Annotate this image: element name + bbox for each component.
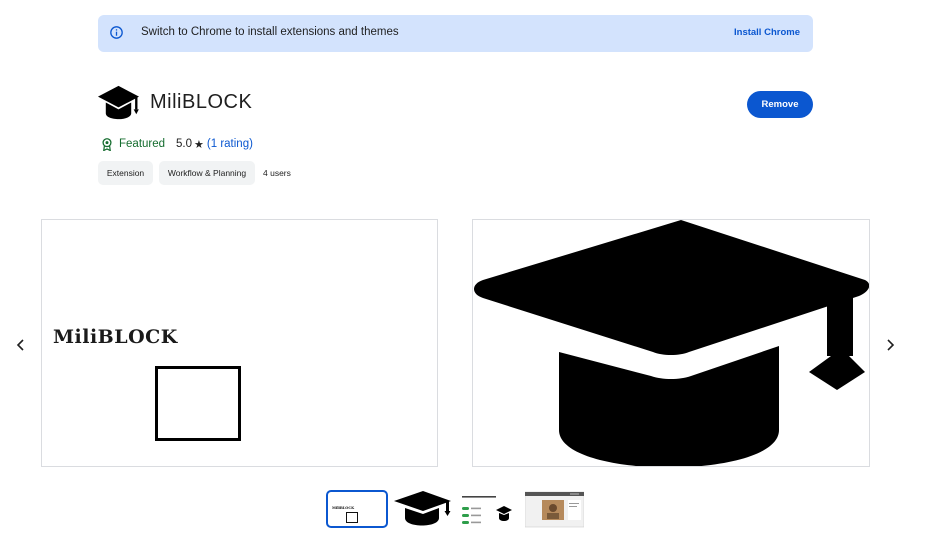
featured-badge-icon xyxy=(102,137,112,151)
chip-category[interactable]: Workflow & Planning xyxy=(159,161,255,185)
thumbnail-preview xyxy=(462,496,512,524)
graduation-cap-icon xyxy=(474,220,869,466)
star-icon: ★ xyxy=(194,138,204,151)
chevron-left-icon[interactable] xyxy=(14,337,28,353)
user-count: 4 users xyxy=(263,168,291,178)
remove-button[interactable]: Remove xyxy=(747,91,813,118)
install-chrome-link[interactable]: Install Chrome xyxy=(734,27,800,38)
slide-box xyxy=(155,366,241,441)
featured-label: Featured xyxy=(119,138,166,150)
thumbnail-2[interactable] xyxy=(391,490,453,528)
thumbnail-box xyxy=(346,512,358,523)
screenshot-slide-1: MiliBLOCK xyxy=(41,219,438,467)
thumbnail-1[interactable]: MiliBLOCK xyxy=(326,490,388,528)
chevron-right-icon[interactable] xyxy=(883,337,897,353)
graduation-cap-icon xyxy=(97,85,140,120)
rating-count-link[interactable]: (1 rating) xyxy=(207,138,253,150)
extension-meta: Featured 5.0 ★ (1 rating) xyxy=(101,136,253,152)
chip-extension[interactable]: Extension xyxy=(98,161,153,185)
slide-title: MiliBLOCK xyxy=(53,326,178,348)
extension-title: MiliBLOCK xyxy=(150,91,253,113)
thumbnail-title: MiliBLOCK xyxy=(332,506,355,510)
banner-message: Switch to Chrome to install extensions a… xyxy=(141,26,399,38)
thumbnail-4[interactable] xyxy=(525,490,584,528)
install-chrome-banner: Switch to Chrome to install extensions a… xyxy=(98,15,813,52)
thumbnail-3[interactable] xyxy=(458,490,518,528)
rating-value: 5.0 xyxy=(176,138,193,150)
thumbnail-preview xyxy=(525,491,584,528)
graduation-cap-icon xyxy=(394,491,451,526)
screenshot-slide-2 xyxy=(472,219,870,467)
info-icon xyxy=(110,26,123,39)
